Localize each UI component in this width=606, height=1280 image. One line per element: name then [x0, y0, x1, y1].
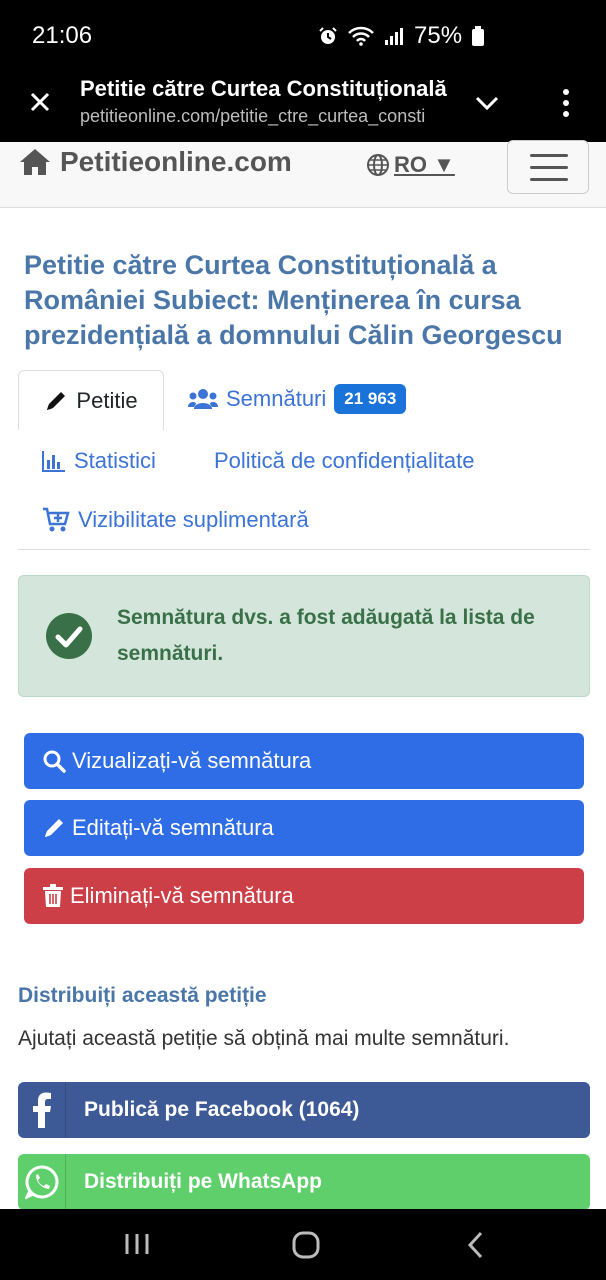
globe-icon [367, 154, 389, 176]
whatsapp-icon [18, 1154, 66, 1210]
delete-signature-button[interactable]: Eliminați-vă semnătura [24, 868, 584, 924]
site-navbar: Petitieonline.com RO ▼ [0, 140, 606, 208]
pencil-icon [45, 819, 63, 837]
brand-link[interactable]: Petitieonline.com [18, 146, 292, 178]
whatsapp-share-label: Distribuiți pe WhatsApp [84, 1170, 322, 1193]
menu-toggle-button[interactable] [507, 140, 589, 194]
view-signature-button[interactable]: Vizualizați-vă semnătura [24, 733, 584, 789]
battery-icon [472, 26, 485, 46]
edit-signature-button[interactable]: Editați-vă semnătura [24, 800, 584, 856]
recent-apps-icon[interactable] [124, 1233, 150, 1255]
petition-title: Petitie către Curtea Constituțională a R… [24, 250, 563, 350]
tab-semnaturi-label: Semnături [226, 386, 327, 411]
language-selector[interactable]: RO ▼ [366, 152, 455, 178]
pencil-icon [47, 391, 66, 410]
share-description: Ajutați această petiție să obțină mai mu… [18, 1027, 510, 1050]
facebook-icon [18, 1082, 66, 1138]
back-icon[interactable] [466, 1231, 484, 1259]
facebook-share-button[interactable]: Publică pe Facebook (1064) [18, 1082, 590, 1138]
signal-icon [385, 28, 403, 45]
tab-politica-label: Politică de confidențialitate [214, 448, 475, 473]
browser-page-title: Petitie către Curtea Constituțională [80, 76, 447, 101]
status-time: 21:06 [32, 22, 93, 49]
wifi-icon [348, 26, 374, 46]
tab-petitie-label: Petitie [76, 387, 138, 413]
tab-petitie[interactable]: Petitie [18, 370, 164, 430]
chevron-down-icon[interactable] [472, 88, 502, 118]
tabs-divider [18, 549, 590, 550]
whatsapp-share-button[interactable]: Distribuiți pe WhatsApp [18, 1154, 590, 1210]
status-icons: 75% [318, 22, 485, 50]
users-icon [188, 389, 218, 409]
success-message: Semnătura dvs. a fost adăugată la lista … [117, 606, 535, 665]
more-options-icon[interactable] [556, 86, 576, 120]
alarm-icon [319, 27, 337, 44]
success-alert: Semnătura dvs. a fost adăugată la lista … [18, 575, 590, 697]
facebook-share-label: Publică pe Facebook (1064) [84, 1098, 360, 1121]
browser-toolbar: Petitie către Curtea Constituțională pet… [0, 72, 606, 142]
signature-count-badge: 21 963 [334, 384, 407, 414]
tab-vizibilitate-label: Vizibilitate suplimentară [78, 507, 309, 532]
android-navigation-bar [0, 1209, 606, 1280]
trash-icon [43, 884, 63, 907]
check-circle-icon [46, 613, 92, 659]
edit-signature-label: Editați-vă semnătura [72, 815, 274, 840]
cart-plus-icon [43, 507, 70, 532]
tab-politica[interactable]: Politică de confidențialitate [214, 448, 475, 474]
status-bar: 21:06 75% [0, 0, 606, 72]
bar-chart-icon [42, 451, 65, 472]
view-signature-label: Vizualizați-vă semnătura [72, 748, 312, 773]
brand-name: Petitieonline.com [60, 146, 292, 177]
browser-url[interactable]: petitieonline.com/petitie_ctre_curtea_co… [80, 106, 445, 127]
close-icon[interactable] [24, 86, 56, 118]
search-icon [43, 750, 66, 773]
tab-vizibilitate[interactable]: Vizibilitate suplimentară [42, 507, 309, 533]
tab-statistici-label: Statistici [74, 448, 156, 473]
delete-signature-label: Eliminați-vă semnătura [70, 883, 294, 908]
tab-statistici[interactable]: Statistici [42, 448, 156, 474]
home-button-icon[interactable] [292, 1231, 320, 1259]
share-heading: Distribuiți această petiție [18, 984, 267, 1007]
home-icon [20, 149, 50, 175]
language-label: RO ▼ [394, 152, 455, 177]
tab-semnaturi[interactable]: Semnături 21 963 [188, 384, 407, 414]
battery-percent: 75% [414, 22, 463, 49]
